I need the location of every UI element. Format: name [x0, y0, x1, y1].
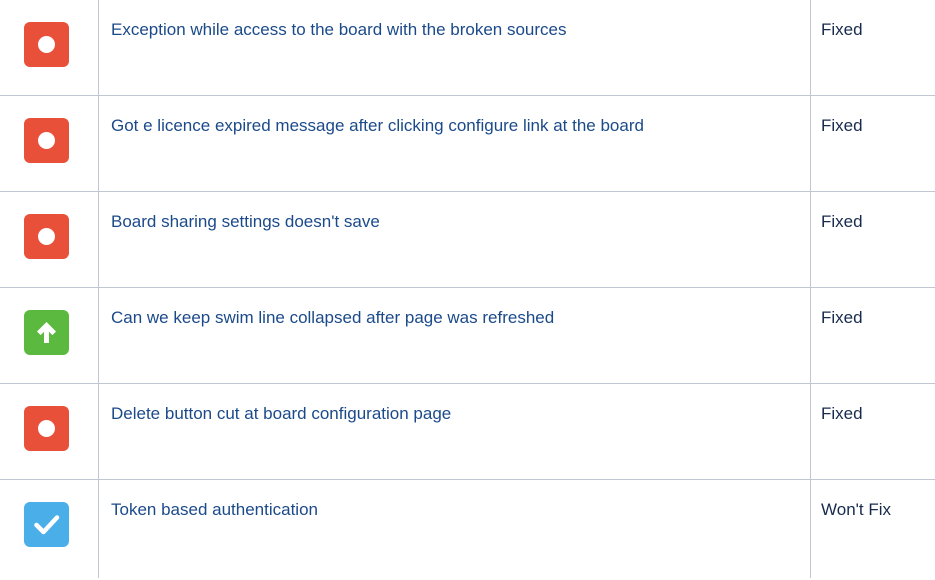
table-row: Board sharing settings doesn't save Fixe… — [0, 191, 935, 288]
issue-resolution-cell: Fixed — [810, 191, 935, 288]
issue-type-cell — [0, 479, 99, 578]
improvement-icon — [24, 310, 69, 355]
issue-type-cell — [0, 287, 99, 384]
issue-type-cell — [0, 383, 99, 480]
issue-summary-cell: Delete button cut at board configuration… — [98, 383, 811, 480]
table-row: Token based authentication Won't Fix — [0, 479, 935, 579]
issue-summary-link[interactable]: Can we keep swim line collapsed after pa… — [111, 307, 554, 329]
issue-resolution: Won't Fix — [821, 500, 892, 519]
task-icon — [24, 502, 69, 547]
table-row: Got e licence expired message after clic… — [0, 95, 935, 192]
issue-resolution: Fixed — [821, 212, 863, 231]
issues-table: Exception while access to the board with… — [0, 0, 935, 578]
issue-summary-link[interactable]: Board sharing settings doesn't save — [111, 211, 380, 233]
issue-summary-cell: Exception while access to the board with… — [98, 0, 811, 96]
issue-resolution: Fixed — [821, 308, 863, 327]
issue-resolution-cell: Fixed — [810, 0, 935, 96]
issue-summary-link[interactable]: Exception while access to the board with… — [111, 19, 566, 41]
issue-resolution-cell: Fixed — [810, 287, 935, 384]
table-row: Exception while access to the board with… — [0, 0, 935, 96]
issue-resolution: Fixed — [821, 404, 863, 423]
issue-summary-cell: Board sharing settings doesn't save — [98, 191, 811, 288]
bug-icon — [24, 118, 69, 163]
issue-resolution: Fixed — [821, 20, 863, 39]
issue-summary-link[interactable]: Got e licence expired message after clic… — [111, 115, 644, 137]
issue-type-cell — [0, 0, 99, 96]
bug-icon — [24, 406, 69, 451]
issue-summary-cell: Token based authentication — [98, 479, 811, 578]
issue-resolution: Fixed — [821, 116, 863, 135]
issue-summary-link[interactable]: Token based authentication — [111, 499, 318, 521]
issue-resolution-cell: Fixed — [810, 383, 935, 480]
table-row: Can we keep swim line collapsed after pa… — [0, 287, 935, 384]
issue-type-cell — [0, 191, 99, 288]
issue-type-cell — [0, 95, 99, 192]
issue-resolution-cell: Won't Fix — [811, 480, 935, 579]
issue-summary-cell: Got e licence expired message after clic… — [98, 95, 811, 192]
bug-icon — [24, 22, 69, 67]
bug-icon — [24, 214, 69, 259]
issue-resolution-cell: Fixed — [810, 95, 935, 192]
issue-summary-link[interactable]: Delete button cut at board configuration… — [111, 403, 451, 425]
issue-summary-cell: Can we keep swim line collapsed after pa… — [98, 287, 811, 384]
table-row: Delete button cut at board configuration… — [0, 383, 935, 480]
